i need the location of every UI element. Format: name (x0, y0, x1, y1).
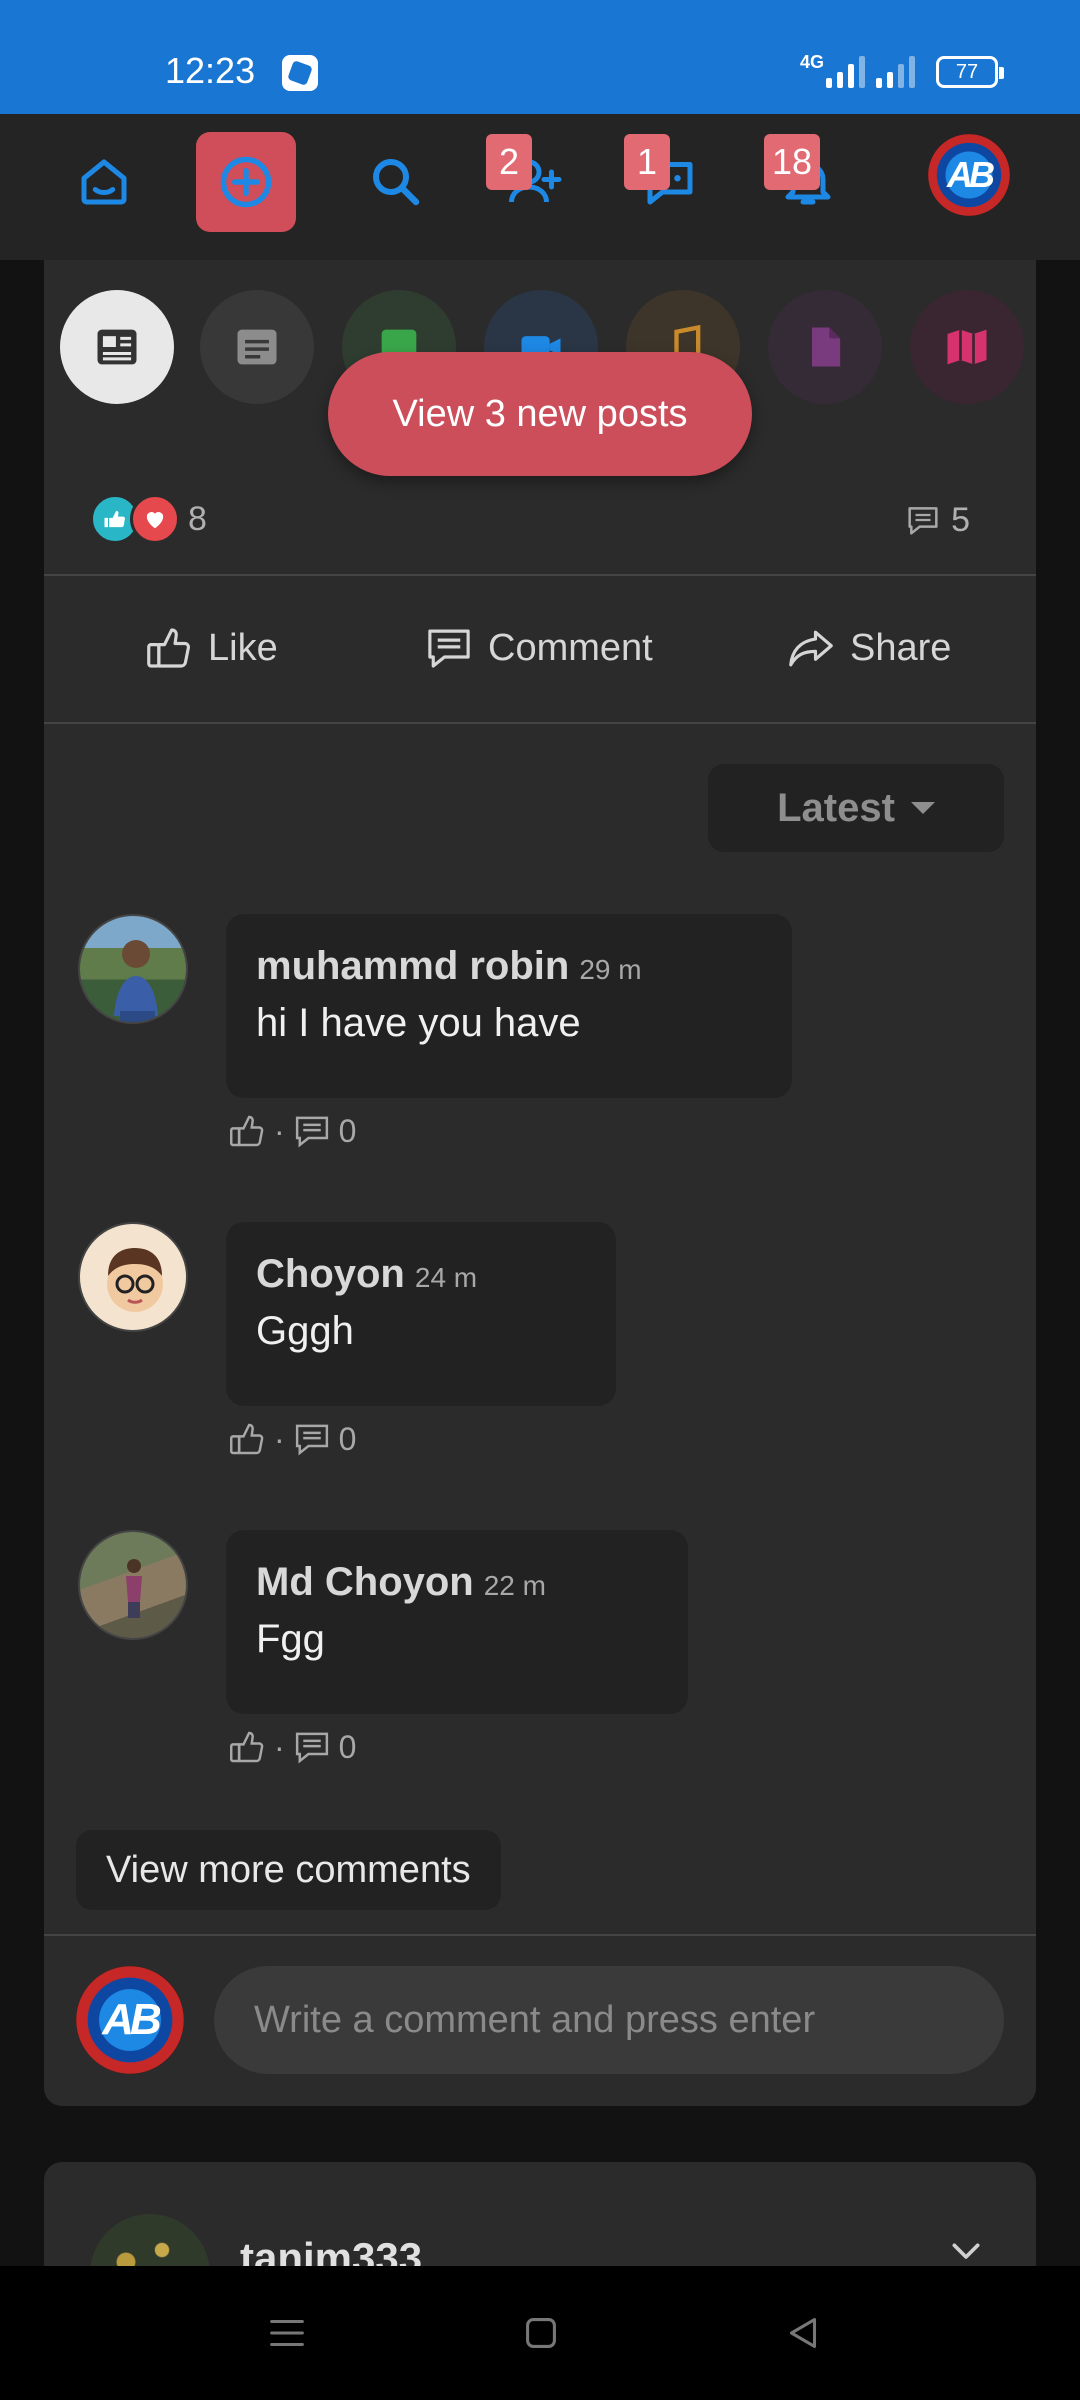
comment-bubble: Choyon 24 m Gggh (226, 1222, 616, 1406)
home-button[interactable] (54, 132, 154, 232)
commenter-avatar[interactable] (78, 1222, 188, 1332)
commenter-name[interactable]: Choyon (256, 1252, 405, 1296)
post-type-text[interactable] (200, 290, 314, 404)
comment-text: Fgg (256, 1617, 325, 1661)
love-reaction-icon (130, 494, 180, 544)
share-button[interactable]: Share (784, 576, 951, 720)
reply-icon[interactable] (291, 1110, 333, 1152)
post-type-file[interactable] (768, 290, 882, 404)
post-actions: Like Comment Share (44, 576, 1036, 720)
like-comment-icon[interactable] (226, 1418, 268, 1460)
status-time: 12:23 (165, 50, 256, 91)
composer-avatar: AB (76, 1966, 184, 2074)
file-icon (812, 327, 841, 367)
like-button[interactable]: Like (142, 576, 278, 720)
commenter-name[interactable]: Md Choyon (256, 1560, 474, 1604)
comment-time: 24 m (414, 1262, 478, 1293)
top-navigation: 2 1 18 AB (0, 114, 1080, 260)
share-label: Share (850, 626, 952, 669)
home-square-icon[interactable] (518, 2310, 564, 2356)
commenter-avatar[interactable] (78, 1530, 188, 1640)
post-type-book[interactable] (910, 290, 1024, 404)
system-navigation-bar (0, 2266, 1080, 2400)
meta-separator: · (274, 1420, 285, 1457)
reply-count: 0 (338, 1728, 357, 1765)
share-icon (789, 630, 833, 667)
thumbs-up-icon (147, 628, 190, 668)
like-comment-icon[interactable] (226, 1110, 268, 1152)
post-type-news[interactable] (60, 290, 174, 404)
comment-count-value: 5 (951, 500, 970, 539)
reply-icon[interactable] (291, 1418, 333, 1460)
reply-icon[interactable] (291, 1726, 333, 1768)
comment-time: 29 m (579, 954, 642, 985)
meta-separator: · (274, 1728, 285, 1765)
signal-2-icon (876, 56, 915, 88)
reaction-count: 8 (188, 499, 207, 538)
view-more-comments-button[interactable]: View more comments (76, 1830, 501, 1910)
add-circle-icon (220, 156, 272, 208)
status-bar: 12:23 4G 77 (0, 0, 1080, 114)
comment-meta: · 0 (226, 1110, 356, 1152)
divider (44, 722, 1036, 724)
divider (44, 1934, 1036, 1936)
comment-bubble: Md Choyon 22 m Fgg (226, 1530, 688, 1714)
comment-input[interactable] (214, 1966, 1004, 2074)
comment-meta: · 0 (226, 1726, 356, 1768)
menu-icon[interactable] (264, 2310, 310, 2356)
comment-text: hi I have you have (256, 1001, 581, 1045)
comment-meta: · 0 (226, 1418, 356, 1460)
profile-avatar[interactable]: AB (928, 134, 1010, 216)
home-icon (81, 159, 127, 205)
news-icon (97, 329, 137, 365)
notifications-badge: 18 (764, 134, 821, 190)
messages-badge: 1 (624, 134, 670, 190)
like-comment-icon[interactable] (226, 1726, 268, 1768)
comment-button[interactable]: Comment (422, 576, 653, 720)
friend-requests-badge: 2 (486, 134, 532, 190)
comment-label: Comment (488, 626, 653, 669)
search-button[interactable] (346, 132, 446, 232)
caret-down-icon (910, 802, 935, 814)
comment-bubble: muhammd robin 29 m hi I have you have (226, 914, 792, 1098)
comment-time: 22 m (483, 1570, 546, 1601)
comment-icon (428, 629, 470, 668)
view-new-posts-button[interactable]: View 3 new posts (328, 352, 752, 476)
signal-icon (826, 56, 865, 88)
reply-count: 0 (338, 1112, 357, 1149)
text-icon (237, 329, 277, 365)
network-type: 4G (800, 52, 825, 72)
search-icon (373, 159, 420, 206)
battery-icon: 77 (936, 56, 1004, 88)
commenter-avatar[interactable] (78, 914, 188, 1024)
comment-text: Gggh (256, 1309, 354, 1353)
like-label: Like (208, 626, 278, 669)
comment-icon (908, 507, 938, 535)
meta-separator: · (274, 1112, 285, 1149)
reply-count: 0 (338, 1420, 357, 1457)
sort-label: Latest (777, 785, 895, 830)
post-card: 8 5 Like Comment Share Latest muhammd ro… (44, 260, 1036, 2106)
create-post-button[interactable] (196, 132, 296, 232)
reactions-summary[interactable]: 8 (90, 494, 207, 544)
app-notification-icon (282, 55, 318, 91)
commenter-name[interactable]: muhammd robin (256, 944, 569, 988)
sort-dropdown[interactable]: Latest (708, 764, 1004, 852)
back-icon[interactable] (780, 2310, 826, 2356)
comment-count[interactable]: 5 (903, 500, 970, 540)
book-icon (947, 329, 987, 365)
